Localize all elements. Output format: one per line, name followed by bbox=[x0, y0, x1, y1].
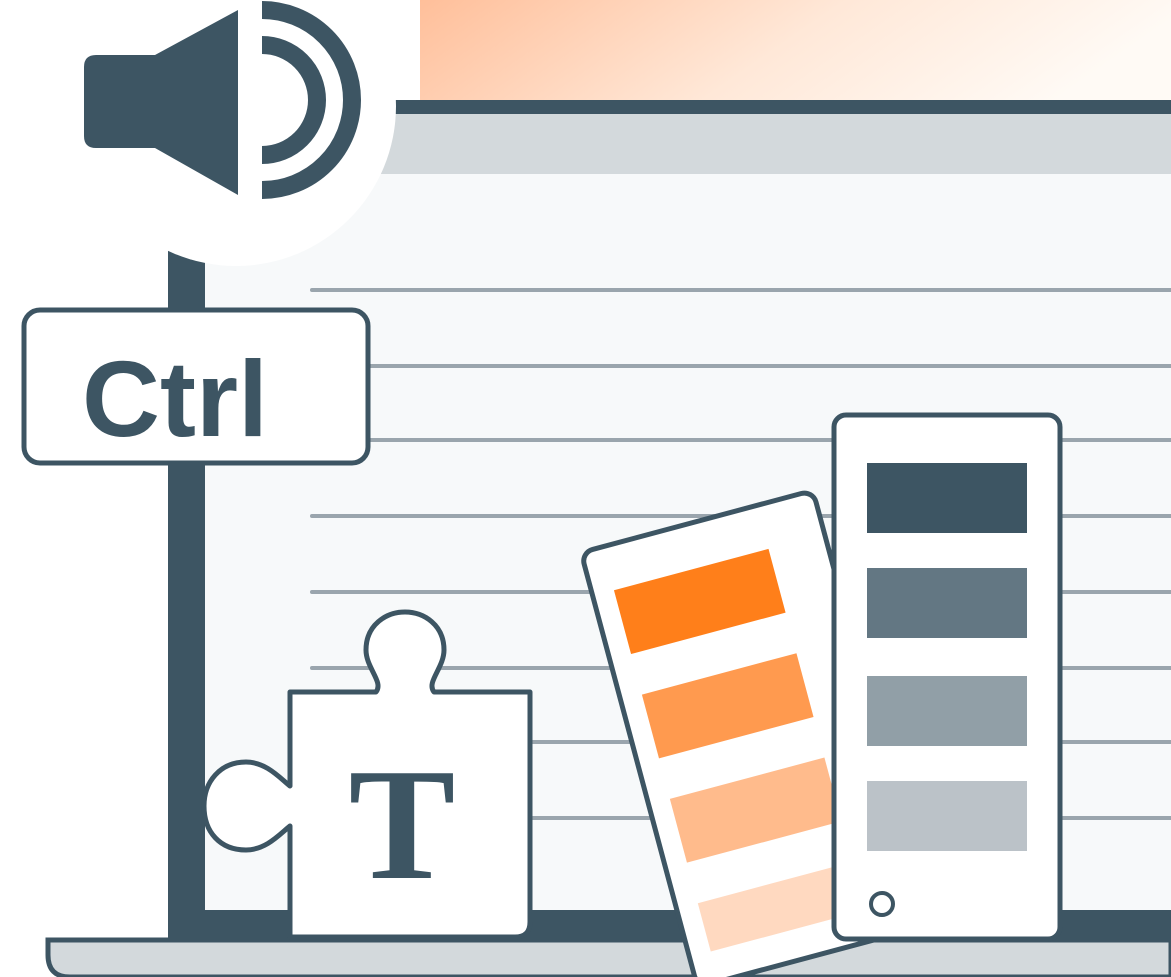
grey-swatch-1 bbox=[867, 463, 1027, 533]
orange-banner bbox=[420, 0, 1171, 104]
grey-swatch-card bbox=[831, 412, 1063, 942]
grey-swatch-4 bbox=[867, 781, 1027, 851]
accessibility-illustration: Ctrl T bbox=[21, 0, 1171, 977]
puzzle-letter-t: T bbox=[349, 735, 456, 913]
grey-swatch-2 bbox=[867, 568, 1027, 638]
grey-swatch-3 bbox=[867, 676, 1027, 746]
keyboard-key-icon: Ctrl bbox=[21, 307, 371, 466]
ctrl-key-label: Ctrl bbox=[82, 338, 268, 459]
laptop-base bbox=[45, 937, 1171, 977]
